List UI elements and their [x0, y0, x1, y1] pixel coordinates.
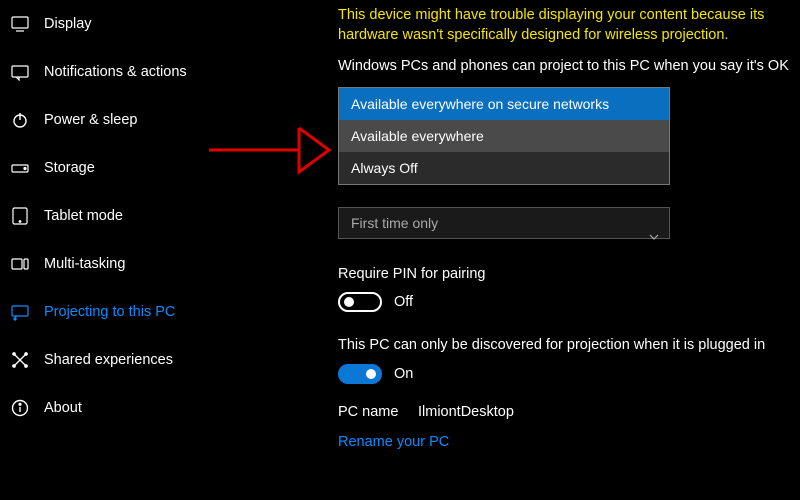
- discoverable-toggle[interactable]: [338, 364, 382, 384]
- display-icon: [10, 14, 30, 34]
- sidebar-item-label: Storage: [44, 160, 95, 176]
- tablet-icon: [10, 206, 30, 226]
- sidebar-item-storage[interactable]: Storage: [0, 144, 260, 192]
- require-pin-toggle[interactable]: [338, 292, 382, 312]
- shared-icon: [10, 350, 30, 370]
- sidebar-item-power[interactable]: Power & sleep: [0, 96, 260, 144]
- power-icon: [10, 110, 30, 130]
- sidebar-item-label: Display: [44, 16, 92, 32]
- sidebar-item-multitask[interactable]: Multi-tasking: [0, 240, 260, 288]
- dropdown-option-always-off[interactable]: Always Off: [339, 152, 669, 184]
- sidebar-item-label: Shared experiences: [44, 352, 173, 368]
- settings-content: This device might have trouble displayin…: [338, 0, 798, 500]
- multitask-icon: [10, 254, 30, 274]
- sidebar-item-label: About: [44, 400, 82, 416]
- projection-warning-text: This device might have trouble displayin…: [338, 0, 798, 45]
- chevron-down-icon: [649, 220, 659, 250]
- pc-name-key: PC name: [338, 404, 418, 420]
- projecting-icon: [10, 302, 30, 322]
- pc-name-value: IlmiontDesktop: [418, 404, 514, 420]
- ask-to-project-dropdown[interactable]: First time only: [338, 207, 670, 239]
- sidebar-item-projecting[interactable]: Projecting to this PC: [0, 288, 260, 336]
- who-can-project-dropdown-open[interactable]: Available everywhere on secure networks …: [338, 87, 670, 185]
- sidebar-item-label: Projecting to this PC: [44, 304, 175, 320]
- storage-icon: [10, 158, 30, 178]
- require-pin-state: Off: [394, 294, 413, 310]
- settings-sidebar: Display Notifications & actions Power & …: [0, 0, 260, 500]
- sidebar-item-shared[interactable]: Shared experiences: [0, 336, 260, 384]
- discoverable-label: This PC can only be discovered for proje…: [338, 336, 798, 356]
- sidebar-item-notifications[interactable]: Notifications & actions: [0, 48, 260, 96]
- who-can-project-label: Windows PCs and phones can project to th…: [338, 57, 798, 77]
- sidebar-item-label: Multi-tasking: [44, 256, 125, 272]
- sidebar-item-about[interactable]: About: [0, 384, 260, 432]
- rename-pc-link[interactable]: Rename your PC: [338, 434, 798, 450]
- require-pin-label: Require PIN for pairing: [338, 265, 798, 285]
- discoverable-state: On: [394, 366, 413, 382]
- sidebar-item-label: Tablet mode: [44, 208, 123, 224]
- notifications-icon: [10, 62, 30, 82]
- ask-to-project-value: First time only: [351, 215, 438, 231]
- about-icon: [10, 398, 30, 418]
- sidebar-item-tablet[interactable]: Tablet mode: [0, 192, 260, 240]
- dropdown-option-secure-networks[interactable]: Available everywhere on secure networks: [339, 88, 669, 120]
- dropdown-option-everywhere[interactable]: Available everywhere: [339, 120, 669, 152]
- sidebar-item-label: Power & sleep: [44, 112, 138, 128]
- sidebar-item-label: Notifications & actions: [44, 64, 187, 80]
- sidebar-item-display[interactable]: Display: [0, 0, 260, 48]
